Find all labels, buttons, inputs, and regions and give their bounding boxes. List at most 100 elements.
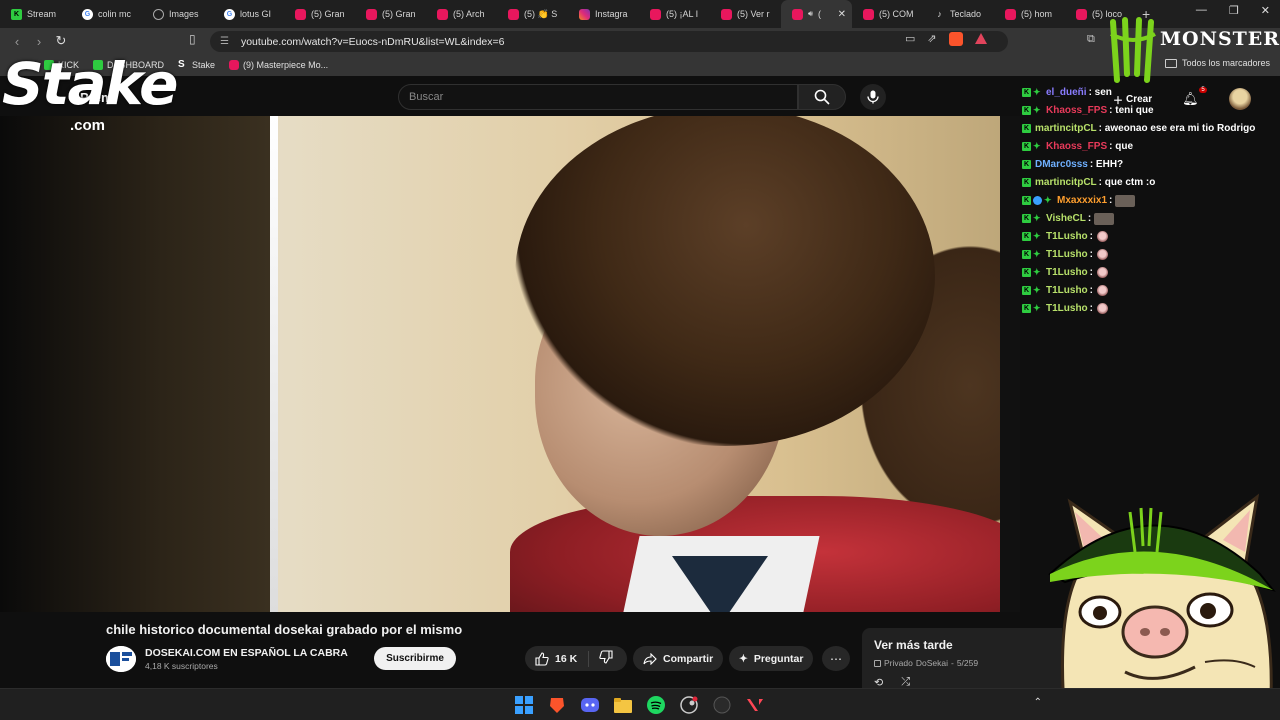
channel-name[interactable]: DOSEKAI.COM EN ESPAÑOL LA CABRA <box>145 647 348 659</box>
browser-tab[interactable]: Images <box>142 0 213 28</box>
playlist-owner[interactable]: DoSekai <box>916 658 948 668</box>
video-player[interactable] <box>270 116 1000 612</box>
forward-icon[interactable]: › <box>28 34 50 49</box>
browser-tab[interactable]: (5) COM <box>852 0 923 28</box>
chat-emote <box>1094 213 1115 225</box>
tab-title: (5) hom <box>1021 9 1053 19</box>
chat-badges: K ✦ <box>1022 250 1042 259</box>
chat-text: : <box>1089 249 1094 260</box>
chat-username: Mxaxxxix1 <box>1057 195 1108 206</box>
close-tab-icon[interactable]: ✕ <box>838 9 846 20</box>
speaker-icon[interactable]: 🔊︎ <box>808 9 813 19</box>
dislike-button[interactable] <box>589 650 613 667</box>
cast-icon[interactable]: ▭ <box>905 32 915 46</box>
tab-title: (5) Ver r <box>737 9 770 19</box>
chat-message: KmartincitpCL: aweonao ese era mi tio Ro… <box>1022 120 1262 138</box>
youtube-icon <box>295 8 306 20</box>
back-icon[interactable]: ‹ <box>6 34 28 49</box>
playlist-position: 5/259 <box>956 658 979 668</box>
brave-shields-icon[interactable] <box>948 32 963 46</box>
browser-tab[interactable]: (5) Gran <box>284 0 355 28</box>
playlist-title[interactable]: Ver más tarde <box>874 638 1050 652</box>
video-letterbox-left <box>0 116 270 612</box>
chat-text: : que ctm :o <box>1098 177 1156 188</box>
tab-title: Images <box>169 9 199 19</box>
chat-message: K DMarc0sss: EHH? <box>1022 156 1262 174</box>
tab-title: (5) ¡AL I <box>666 9 699 19</box>
browser-tab[interactable]: (5) Gran <box>355 0 426 28</box>
bookmark-stake[interactable]: S Stake <box>178 60 215 71</box>
browser-tab[interactable]: ♪ Teclado <box>923 0 994 28</box>
ask-label: Preguntar <box>753 652 804 665</box>
chat-badges: K <box>1022 124 1031 133</box>
bookmark-page-icon[interactable]: ▯ <box>189 32 196 46</box>
subscriber-badge-icon: ✦ <box>1044 195 1052 205</box>
spotify-icon[interactable] <box>646 695 666 715</box>
tab-title: (5) Arch <box>453 9 485 19</box>
brave-icon[interactable] <box>547 695 567 715</box>
chat-badges: K ✦ <box>1022 142 1042 151</box>
google-icon: G <box>224 8 235 20</box>
chat-text: : aweonao ese era mi tio Rodrigo <box>1098 123 1256 134</box>
chat-face-emote <box>1097 267 1109 278</box>
extensions-icon[interactable]: ⧉ <box>1087 33 1095 46</box>
valorant-icon[interactable] <box>745 695 765 715</box>
browser-tab[interactable]: Instagra <box>568 0 639 28</box>
share-icon[interactable]: ⇗ <box>927 32 936 46</box>
globe-icon <box>153 8 164 20</box>
like-count: 16 K <box>555 652 578 665</box>
browser-tab[interactable]: K Stream <box>0 0 71 28</box>
ask-button[interactable]: ✦ Preguntar <box>729 646 814 671</box>
tab-title: Stream <box>27 9 57 19</box>
kick-badge-icon: K <box>1022 286 1031 295</box>
tab-title: (5) Gran <box>382 9 416 19</box>
obs-icon[interactable] <box>712 695 732 715</box>
discord-icon[interactable] <box>580 695 600 715</box>
browser-tab[interactable]: Gcolin mc <box>71 0 142 28</box>
thumbs-up-icon <box>535 651 549 666</box>
kick-badge-icon: K <box>1022 142 1031 151</box>
browser-tab[interactable]: (5) ¡AL I <box>639 0 710 28</box>
google-icon: G <box>82 8 93 20</box>
subscribe-button[interactable]: Suscribirme <box>374 647 456 670</box>
brave-rewards-icon[interactable] <box>974 33 987 44</box>
voice-search-button[interactable] <box>860 84 886 110</box>
youtube-icon <box>863 8 874 20</box>
browser-tab[interactable]: 🔊︎ (✕ <box>781 0 852 28</box>
channel-avatar[interactable] <box>106 646 136 672</box>
tiktok-icon: ♪ <box>937 9 942 19</box>
more-actions-button[interactable]: ⋯ <box>822 646 850 671</box>
kick-badge-icon: K <box>1022 268 1031 277</box>
chat-emote <box>1115 195 1136 207</box>
tray-expand-icon[interactable]: ⌃ <box>1034 697 1042 708</box>
thumbs-down-icon <box>599 650 613 664</box>
file-explorer-icon[interactable] <box>613 695 633 715</box>
subscriber-badge-icon: ✦ <box>1033 231 1041 241</box>
browser-tab[interactable]: Glotus GI <box>213 0 284 28</box>
windows-start-icon[interactable] <box>514 695 534 715</box>
kick-badge-icon: K <box>1022 106 1031 115</box>
search-input[interactable]: Buscar <box>398 84 798 110</box>
like-button[interactable]: 16 K <box>525 650 589 667</box>
chat-username: VisheCL <box>1046 213 1086 224</box>
stake-logo: Stake .com <box>2 55 182 140</box>
browser-tab[interactable]: (5) Arch <box>426 0 497 28</box>
subscriber-badge-icon: ✦ <box>1033 285 1041 295</box>
browser-tab[interactable]: (5) Ver r <box>710 0 781 28</box>
share-button[interactable]: Compartir <box>633 646 724 671</box>
bookmark-masterpiece[interactable]: (9) Masterpiece Mo... <box>229 60 328 70</box>
subscriber-badge-icon: ✦ <box>1033 87 1041 97</box>
site-settings-icon[interactable]: ☰ <box>220 36 229 47</box>
search-button[interactable] <box>798 84 846 110</box>
url-field[interactable]: ☰ youtube.com/watch?v=Euocs-nDmRU&list=W… <box>210 31 1008 52</box>
youtube-icon <box>437 8 448 20</box>
chat-message: K ✦ Mxaxxxix1: <box>1022 192 1262 210</box>
youtube-icon <box>1076 8 1087 20</box>
browser-tab[interactable]: (5) hom <box>994 0 1065 28</box>
chat-message: K ✦ VisheCL: <box>1022 210 1262 228</box>
steam-icon[interactable] <box>679 695 699 715</box>
reload-icon[interactable]: ↻ <box>50 33 72 49</box>
chat-message: K ✦ T1Lusho: <box>1022 300 1262 318</box>
chat-face-emote <box>1097 249 1109 260</box>
browser-tab[interactable]: (5) 👏 S <box>497 0 568 28</box>
